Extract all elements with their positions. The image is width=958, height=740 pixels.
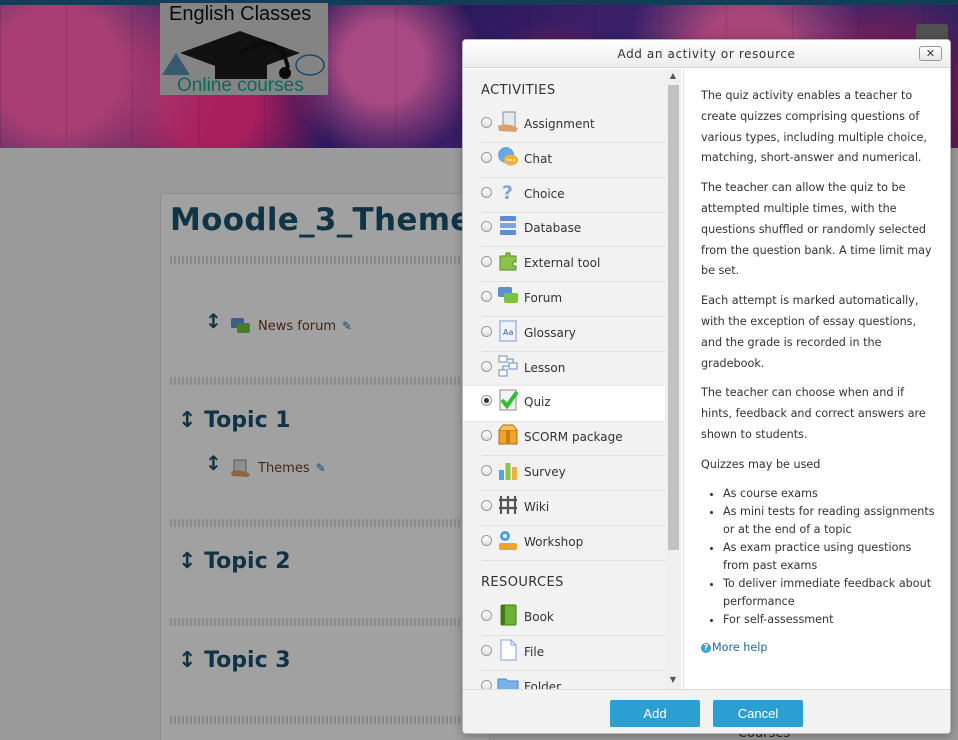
dialog-header: Add an activity or resource ✕ (463, 40, 950, 68)
option-quiz[interactable]: Quiz (463, 386, 665, 422)
option-radio[interactable] (481, 291, 492, 302)
svg-text:?: ? (502, 182, 513, 203)
dialog-footer: Add Cancel (463, 689, 950, 733)
option-lesson[interactable]: Lesson (463, 352, 665, 387)
option-forum[interactable]: Forum (463, 282, 665, 317)
options-scrollbar[interactable]: ▲ ▼ (665, 69, 681, 689)
list-item: As course exams (723, 485, 937, 503)
option-radio[interactable] (481, 151, 492, 163)
option-survey[interactable]: Survey (463, 456, 665, 491)
choice-icon: ? (497, 181, 519, 203)
scroll-thumb[interactable] (668, 85, 679, 550)
list-item: As mini tests for reading assignments or… (723, 503, 937, 539)
option-radio[interactable] (481, 186, 492, 198)
help-paragraph: Each attempt is marked automatically, wi… (701, 294, 919, 370)
activity-chooser-dialog: Add an activity or resource ✕ ACTIVITIES… (462, 39, 951, 734)
option-book[interactable]: Book (463, 601, 665, 636)
glossary-icon: Aa (497, 320, 519, 342)
assignment-icon (497, 111, 519, 133)
option-label: SCORM package (524, 430, 623, 445)
lesson-icon (497, 355, 519, 377)
close-button[interactable]: ✕ (919, 46, 942, 61)
option-label: Survey (524, 465, 566, 479)
option-folder[interactable]: Folder (463, 671, 665, 689)
option-radio[interactable] (481, 610, 492, 621)
option-label: Glossary (524, 325, 576, 340)
help-paragraph: The quiz activity enables a teacher to c… (701, 89, 927, 165)
more-help-label: More help (712, 640, 768, 654)
option-radio[interactable] (481, 395, 492, 407)
option-database[interactable]: Database (463, 212, 665, 248)
activities-heading: ACTIVITIES (481, 83, 556, 98)
option-radio[interactable] (481, 325, 492, 337)
wiki-icon (497, 494, 519, 516)
help-paragraph: The teacher can allow the quiz to be att… (701, 181, 932, 278)
option-radio[interactable] (481, 534, 492, 546)
workshop-icon (497, 529, 519, 551)
help-icon: ? (701, 642, 711, 653)
option-scorm-package[interactable]: SCORM package (463, 421, 665, 457)
book-icon (497, 604, 519, 626)
chat-icon (497, 146, 519, 168)
more-help-link[interactable]: ? More help (701, 638, 937, 659)
option-radio[interactable] (481, 256, 492, 268)
close-icon: ✕ (925, 47, 936, 60)
external-tool-icon (497, 250, 519, 272)
scroll-down-icon[interactable]: ▼ (665, 675, 681, 687)
quiz-icon (497, 389, 519, 411)
scorm-icon (497, 424, 519, 446)
quiz-uses-list: As course exams As mini tests for readin… (723, 485, 937, 629)
option-label: Assignment (524, 117, 595, 131)
database-icon (497, 215, 519, 237)
option-divider (481, 559, 665, 561)
list-item: To deliver immediate feedback about perf… (723, 575, 937, 611)
help-panel: The quiz activity enables a teacher to c… (683, 69, 950, 689)
option-label: Database (524, 221, 582, 236)
scroll-up-icon[interactable]: ▲ (665, 71, 681, 83)
folder-icon (497, 674, 519, 689)
add-button[interactable]: Add (610, 700, 700, 727)
option-radio[interactable] (481, 360, 492, 372)
option-radio[interactable] (481, 499, 492, 511)
list-item: As exam practice using questions from pa… (723, 539, 937, 575)
option-label: Workshop (524, 534, 584, 549)
option-radio[interactable] (481, 679, 492, 689)
option-label: Chat (524, 151, 553, 166)
survey-icon (497, 459, 519, 481)
option-label: Forum (524, 291, 563, 305)
option-label: File (524, 644, 545, 659)
option-workshop[interactable]: Workshop (463, 526, 665, 561)
help-paragraph: Quizzes may be used (701, 457, 821, 471)
option-radio[interactable] (481, 430, 492, 442)
option-label: Quiz (524, 395, 551, 410)
option-label: Book (524, 610, 554, 624)
help-paragraph: The teacher can choose when and if hints… (701, 386, 926, 441)
forum-icon (497, 285, 519, 307)
option-assignment[interactable]: Assignment (463, 108, 665, 143)
option-label: Folder (524, 679, 562, 689)
resources-heading: RESOURCES (481, 575, 564, 590)
option-label: External tool (524, 256, 601, 271)
option-label: Lesson (524, 360, 566, 375)
file-icon (497, 639, 519, 661)
option-wiki[interactable]: Wiki (463, 491, 665, 526)
dialog-title: Add an activity or resource (617, 47, 796, 61)
option-choice[interactable]: ? Choice (463, 178, 665, 213)
option-chat[interactable]: Chat (463, 143, 665, 178)
option-external-tool[interactable]: External tool (463, 247, 665, 283)
option-radio[interactable] (481, 221, 492, 233)
option-radio[interactable] (481, 465, 492, 476)
option-label: Wiki (524, 499, 550, 514)
option-file[interactable]: File (463, 636, 665, 671)
svg-text:Aa: Aa (503, 328, 513, 337)
options-list: ACTIVITIES Assignment Chat? Choice Database… (463, 69, 681, 689)
option-radio[interactable] (481, 644, 492, 656)
list-item: For self-assessment (723, 611, 937, 629)
cancel-button[interactable]: Cancel (713, 700, 803, 727)
option-label: Choice (524, 186, 565, 201)
option-radio[interactable] (481, 117, 492, 128)
option-glossary[interactable]: Aa Glossary (463, 317, 665, 352)
